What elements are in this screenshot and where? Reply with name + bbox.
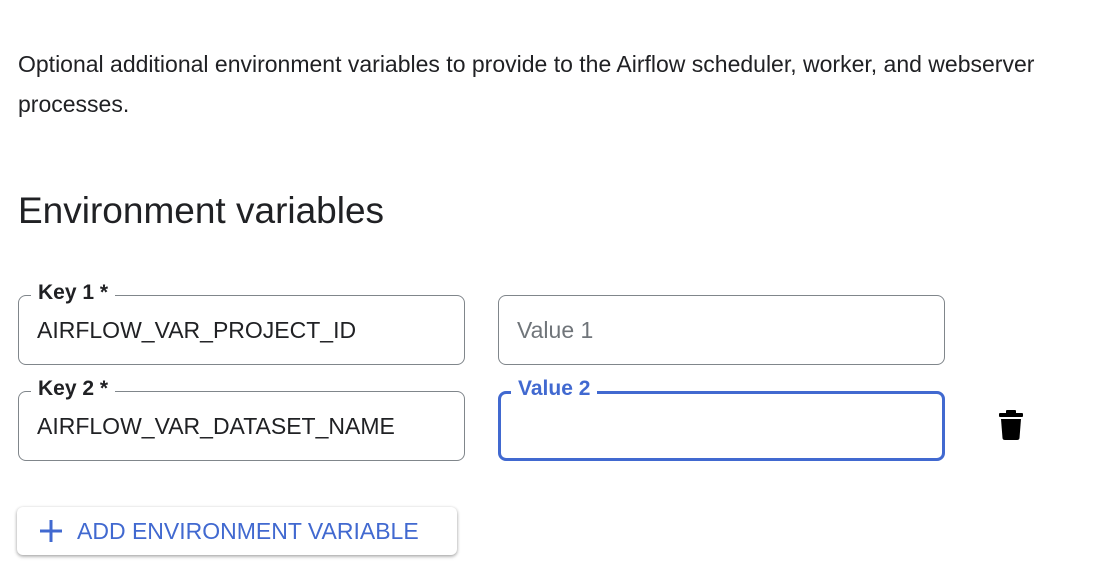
value-1-field[interactable]: Value 1 — [498, 295, 945, 365]
value-2-label: Value 2 — [511, 376, 598, 402]
section-heading: Environment variables — [18, 190, 385, 231]
value-2-field[interactable]: Value 2 — [498, 376, 945, 461]
add-button-label: ADD ENVIRONMENT VARIABLE — [77, 517, 419, 544]
key-2-field[interactable]: Key 2 * AIRFLOW_VAR_DATASET_NAME — [18, 376, 465, 461]
key-1-value[interactable]: AIRFLOW_VAR_PROJECT_ID — [37, 296, 356, 364]
key-1-field[interactable]: Key 1 * AIRFLOW_VAR_PROJECT_ID — [18, 280, 465, 365]
value-1-placeholder[interactable]: Value 1 — [517, 296, 593, 364]
key-2-value[interactable]: AIRFLOW_VAR_DATASET_NAME — [37, 392, 395, 460]
add-environment-variable-button[interactable]: ADD ENVIRONMENT VARIABLE — [17, 507, 457, 555]
description-text: Optional additional environment variable… — [18, 51, 1035, 117]
plus-icon — [40, 520, 62, 542]
trash-icon[interactable] — [998, 410, 1024, 440]
